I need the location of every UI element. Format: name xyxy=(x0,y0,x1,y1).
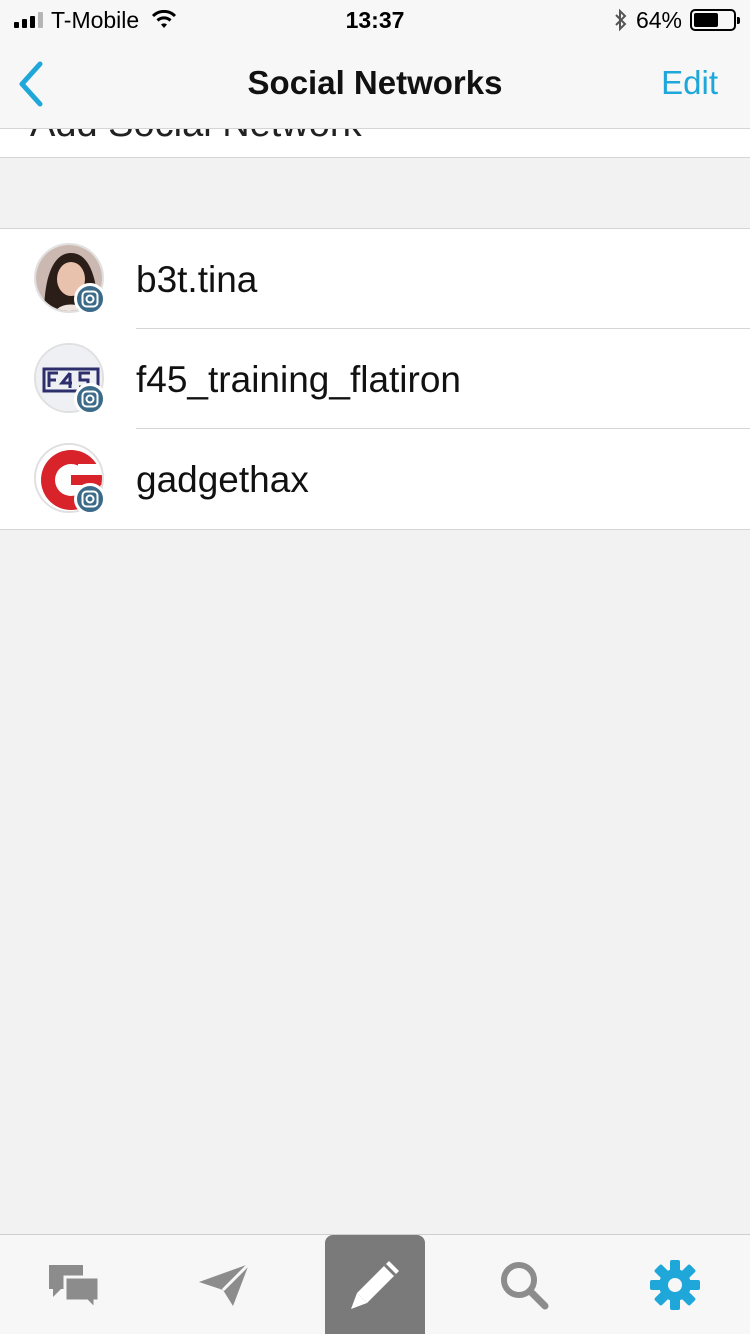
page-title: Social Networks xyxy=(247,64,503,101)
chat-bubbles-icon xyxy=(49,1265,101,1309)
instagram-icon xyxy=(74,283,106,315)
carrier-name: T-Mobile xyxy=(51,6,140,33)
tab-bar xyxy=(0,1234,750,1334)
battery-icon xyxy=(690,9,740,31)
account-name: f45_training_flatiron xyxy=(136,359,461,400)
account-list: b3t.tina f45_training_flatiron gadgethax xyxy=(0,228,750,530)
account-name: b3t.tina xyxy=(136,259,258,300)
signal-strength-icon xyxy=(14,12,43,28)
wifi-icon xyxy=(152,10,177,28)
bluetooth-icon xyxy=(615,8,627,32)
status-bar: T-Mobile 13:37 64% xyxy=(0,0,750,40)
account-row[interactable]: b3t.tina xyxy=(0,229,750,329)
account-name: gadgethax xyxy=(136,459,309,500)
chevron-left-icon xyxy=(19,61,43,107)
tab-compose[interactable] xyxy=(325,1235,425,1334)
gear-icon xyxy=(650,1260,700,1310)
battery-percent: 64% xyxy=(635,6,682,33)
tab-settings[interactable] xyxy=(625,1235,725,1334)
pencil-icon xyxy=(351,1261,399,1309)
account-row[interactable]: f45_training_flatiron xyxy=(0,329,750,429)
tab-conversations[interactable] xyxy=(24,1235,124,1334)
navigation-bar: Social Networks Edit xyxy=(0,40,750,128)
tab-send[interactable] xyxy=(174,1235,274,1334)
back-button[interactable] xyxy=(14,60,50,108)
paper-plane-icon xyxy=(199,1262,251,1306)
tab-search[interactable] xyxy=(474,1235,574,1334)
add-social-network-label: Add Social Network xyxy=(30,129,362,146)
add-social-network-row[interactable]: Add Social Network xyxy=(0,128,750,158)
instagram-icon xyxy=(74,483,106,515)
edit-button[interactable]: Edit xyxy=(661,64,718,102)
account-row[interactable]: gadgethax xyxy=(0,429,750,529)
search-icon xyxy=(501,1262,549,1310)
instagram-icon xyxy=(74,383,106,415)
